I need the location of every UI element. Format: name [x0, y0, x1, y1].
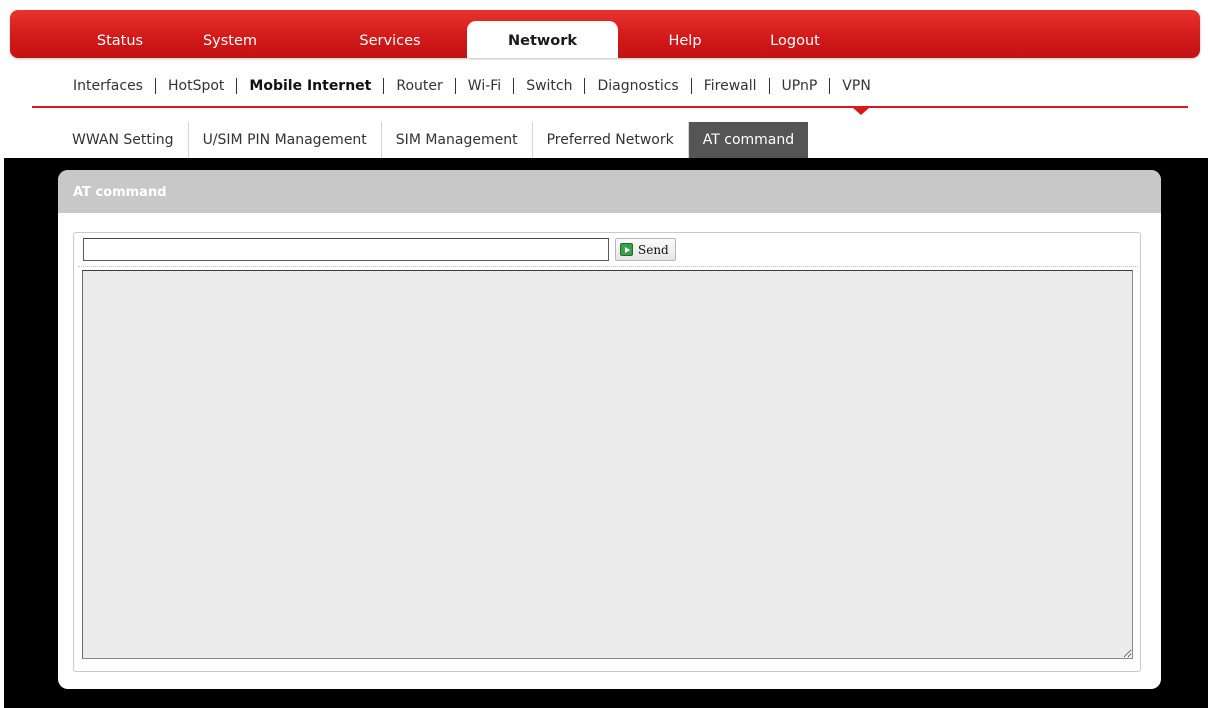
at-command-input[interactable]: [83, 238, 609, 261]
divider: [454, 78, 456, 94]
tab-usim-pin-management[interactable]: U/SIM PIN Management: [189, 122, 382, 158]
play-icon: [620, 243, 633, 256]
divider: [78, 266, 1138, 267]
at-command-panel: AT command Send: [58, 170, 1161, 689]
subnav-wifi[interactable]: Wi-Fi: [468, 78, 501, 94]
divider: [383, 78, 385, 94]
panel-title: AT command: [58, 170, 1161, 213]
divider: [584, 78, 586, 94]
divider: [236, 78, 238, 94]
third-nav: WWAN Setting U/SIM PIN Management SIM Ma…: [58, 122, 809, 158]
sub-nav: Interfaces HotSpot Mobile Internet Route…: [73, 72, 871, 100]
at-command-form: Send: [73, 232, 1141, 672]
subnav-upnp[interactable]: UPnP: [782, 78, 818, 94]
tab-services[interactable]: Services: [340, 21, 440, 58]
subnav-mobile-internet[interactable]: Mobile Internet: [249, 78, 371, 94]
divider: [513, 78, 515, 94]
divider: [829, 78, 831, 94]
tab-system[interactable]: System: [180, 21, 280, 58]
subnav-firewall[interactable]: Firewall: [704, 78, 757, 94]
subnav-router[interactable]: Router: [396, 78, 442, 94]
main-nav-bar: Status System Services Network Help Logo…: [10, 10, 1200, 58]
tab-logout[interactable]: Logout: [745, 21, 845, 58]
tab-preferred-network[interactable]: Preferred Network: [533, 122, 689, 158]
tab-wwan-setting[interactable]: WWAN Setting: [58, 122, 189, 158]
send-button-label: Send: [638, 242, 669, 257]
tab-at-command[interactable]: AT command: [688, 122, 809, 158]
tab-sim-management[interactable]: SIM Management: [382, 122, 533, 158]
divider: [690, 78, 692, 94]
subnav-switch[interactable]: Switch: [526, 78, 572, 94]
subnav-underline: [32, 106, 1188, 108]
at-response-output[interactable]: [82, 270, 1133, 659]
subnav-vpn[interactable]: VPN: [842, 78, 871, 94]
subnav-hotspot[interactable]: HotSpot: [168, 78, 224, 94]
tab-network[interactable]: Network: [467, 21, 618, 58]
divider: [154, 78, 156, 94]
send-button[interactable]: Send: [615, 238, 676, 261]
tab-status[interactable]: Status: [70, 21, 170, 58]
active-indicator-arrow-icon: [853, 108, 869, 115]
tab-help[interactable]: Help: [635, 21, 735, 58]
subnav-diagnostics[interactable]: Diagnostics: [597, 78, 678, 94]
subnav-interfaces[interactable]: Interfaces: [73, 78, 143, 94]
divider: [768, 78, 770, 94]
